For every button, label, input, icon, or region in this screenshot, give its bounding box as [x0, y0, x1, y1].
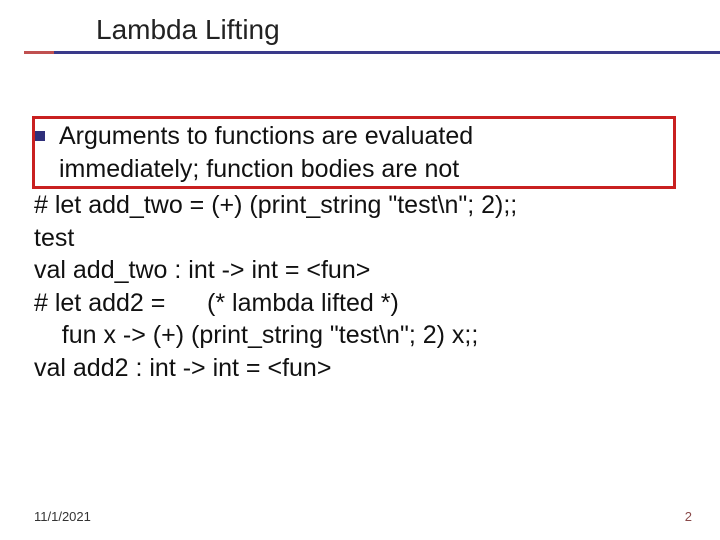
bullet-line-2: immediately; function bodies are not: [59, 153, 669, 186]
bullet-item: Arguments to functions are evaluated imm…: [35, 120, 669, 185]
bullet-line-1: Arguments to functions are evaluated: [59, 120, 669, 153]
slide-body: Arguments to functions are evaluated imm…: [0, 54, 720, 384]
code-line-2: test: [34, 222, 702, 255]
bullet-text: Arguments to functions are evaluated imm…: [59, 120, 669, 185]
slide-title: Lambda Lifting: [0, 14, 720, 46]
page-number: 2: [685, 509, 692, 524]
footer-date: 11/1/2021: [34, 509, 91, 524]
code-line-3: val add_two : int -> int = <fun>: [34, 254, 702, 287]
code-line-4: # let add2 = (* lambda lifted *): [34, 287, 702, 320]
highlight-box: Arguments to functions are evaluated imm…: [32, 116, 676, 189]
header-underline: [0, 51, 720, 54]
code-line-5: fun x -> (+) (print_string "test\n"; 2) …: [34, 319, 702, 352]
code-line-1: # let add_two = (+) (print_string "test\…: [34, 189, 702, 222]
square-bullet-icon: [35, 131, 45, 141]
code-line-6: val add2 : int -> int = <fun>: [34, 352, 702, 385]
slide-header: Lambda Lifting: [0, 0, 720, 54]
main-bar: [54, 51, 720, 54]
slide-footer: 11/1/2021 2: [34, 509, 692, 524]
accent-bar: [24, 51, 54, 54]
